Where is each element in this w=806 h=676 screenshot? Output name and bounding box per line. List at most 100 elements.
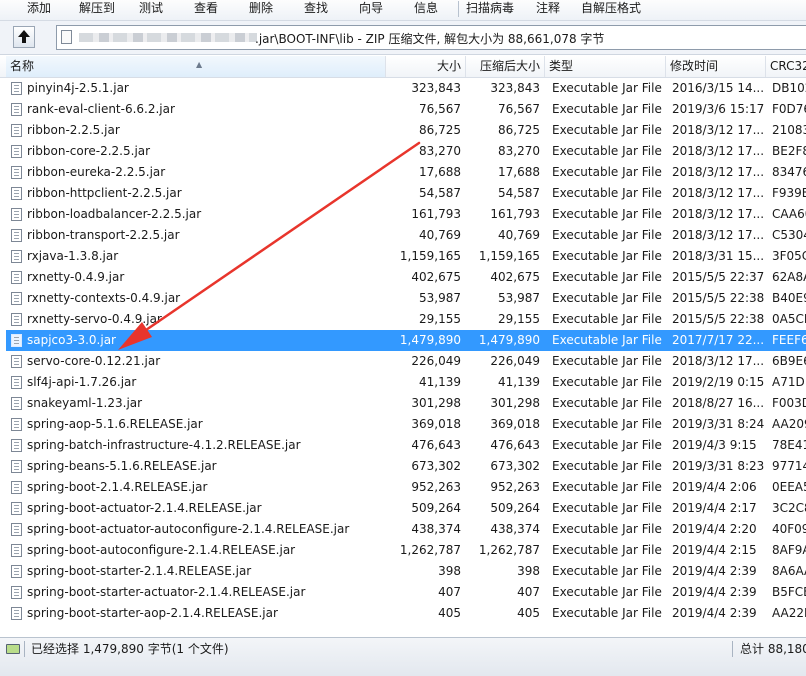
toolbar-extract-to-button[interactable]: 解压到: [79, 0, 115, 18]
file-row[interactable]: snakeyaml-1.23.jar 301,298 301,298 Executab…: [0, 393, 806, 414]
file-packed-size-cell: 1,479,890: [478, 333, 540, 347]
up-folder-button[interactable]: [13, 26, 35, 48]
file-crc-cell: 83476: [772, 165, 806, 179]
file-packed-size-cell: 1,159,165: [478, 249, 540, 263]
jar-file-icon: [11, 502, 22, 515]
column-header-packed[interactable]: 压缩后大小: [466, 56, 545, 77]
file-modified-cell: 2019/2/19 0:15: [672, 375, 764, 389]
file-packed-size-cell: 53,987: [498, 291, 540, 305]
file-packed-size-cell: 476,643: [490, 438, 540, 452]
jar-file-icon: [11, 250, 22, 263]
file-row[interactable]: ribbon-eureka-2.2.5.jar 17,688 17,688 Execu…: [0, 162, 806, 183]
file-row[interactable]: ribbon-httpclient-2.2.5.jar 54,587 54,587 E…: [0, 183, 806, 204]
file-row[interactable]: spring-boot-autoconfigure-2.1.4.RELEASE.…: [0, 540, 806, 561]
file-modified-cell: 2018/3/12 17...: [672, 144, 764, 158]
toolbar: 添加 解压到 测试 查看 删除 查找 向导 信息 扫描病毒 注释 自解压格式: [0, 0, 806, 21]
file-row[interactable]: ribbon-transport-2.2.5.jar 40,769 40,769 Ex…: [0, 225, 806, 246]
file-type-cell: Executable Jar File: [552, 606, 662, 620]
file-row[interactable]: pinyin4j-2.5.1.jar 323,843 323,843 Executab…: [0, 78, 806, 99]
file-row[interactable]: rxnetty-contexts-0.4.9.jar 53,987 53,987 Ex…: [0, 288, 806, 309]
toolbar-add-button[interactable]: 添加: [27, 0, 51, 18]
redacted-path: [79, 33, 257, 42]
column-header-crc[interactable]: CRC32: [766, 56, 806, 77]
toolbar-comment-button[interactable]: 注释: [536, 0, 560, 18]
file-type-cell: Executable Jar File: [552, 333, 662, 347]
toolbar-sfx-button[interactable]: 自解压格式: [581, 0, 641, 18]
file-modified-cell: 2019/3/6 15:17: [672, 102, 764, 116]
file-modified-cell: 2018/3/12 17...: [672, 207, 764, 221]
file-row[interactable]: spring-boot-actuator-autoconfigure-2.1.4…: [0, 519, 806, 540]
file-row-selected[interactable]: sapjco3-3.0.jar 1,479,890 1,479,890 Executa…: [0, 330, 806, 351]
jar-file-icon: [11, 565, 22, 578]
file-name-cell: spring-boot-starter-actuator-2.1.4.RELEA…: [27, 585, 306, 599]
file-row[interactable]: spring-boot-starter-2.1.4.RELEASE.jar 398…: [0, 561, 806, 582]
file-row[interactable]: ribbon-core-2.2.5.jar 83,270 83,270 Executa…: [0, 141, 806, 162]
toolbar-test-button[interactable]: 测试: [139, 0, 163, 18]
file-row[interactable]: rank-eval-client-6.6.2.jar 76,567 76,567 Ex…: [0, 99, 806, 120]
column-header-type[interactable]: 类型: [545, 56, 666, 77]
file-row[interactable]: servo-core-0.12.21.jar 226,049 226,049 Exec…: [0, 351, 806, 372]
file-row[interactable]: rxjava-1.3.8.jar 1,159,165 1,159,165 Execut…: [0, 246, 806, 267]
toolbar-info-button[interactable]: 信息: [414, 0, 438, 18]
file-crc-cell: B5FCE: [772, 585, 806, 599]
file-crc-cell: C5304: [772, 228, 806, 242]
file-row[interactable]: spring-boot-actuator-2.1.4.RELEASE.jar 50…: [0, 498, 806, 519]
file-row[interactable]: spring-beans-5.1.6.RELEASE.jar 673,302 673…: [0, 456, 806, 477]
toolbar-scan-virus-button[interactable]: 扫描病毒: [466, 0, 514, 18]
file-row[interactable]: spring-aop-5.1.6.RELEASE.jar 369,018 369,0…: [0, 414, 806, 435]
file-crc-cell: DB102: [772, 81, 806, 95]
file-name-cell: servo-core-0.12.21.jar: [27, 354, 161, 368]
file-row[interactable]: spring-boot-starter-actuator-2.1.4.RELEA…: [0, 582, 806, 603]
file-row[interactable]: spring-boot-2.1.4.RELEASE.jar 952,263 952,…: [0, 477, 806, 498]
column-header-name[interactable]: 名称 ▲: [6, 56, 386, 77]
column-header: 名称 ▲ 大小 压缩后大小 类型 修改时间 CRC32: [0, 56, 806, 78]
file-row[interactable]: spring-boot-starter-aop-2.1.4.RELEASE.ja…: [0, 603, 806, 624]
file-type-cell: Executable Jar File: [552, 270, 662, 284]
file-modified-cell: 2018/3/12 17...: [672, 354, 764, 368]
column-header-modified-label: 修改时间: [670, 59, 719, 73]
jar-file-icon: [11, 82, 22, 95]
file-type-cell: Executable Jar File: [552, 522, 662, 536]
sort-ascending-icon: ▲: [196, 60, 203, 69]
jar-file-icon: [11, 544, 22, 557]
jar-file-icon: [11, 355, 22, 368]
file-name-cell: spring-boot-starter-2.1.4.RELEASE.jar: [27, 564, 252, 578]
file-modified-cell: 2019/4/4 2:06: [672, 480, 757, 494]
column-header-modified[interactable]: 修改时间: [666, 56, 766, 77]
file-type-cell: Executable Jar File: [552, 228, 662, 242]
file-list: pinyin4j-2.5.1.jar 323,843 323,843 Executab…: [0, 78, 806, 635]
file-row[interactable]: ribbon-2.2.5.jar 86,725 86,725 Executable J…: [0, 120, 806, 141]
file-row[interactable]: rxnetty-0.4.9.jar 402,675 402,675 Executabl…: [0, 267, 806, 288]
file-name-cell: sapjco3-3.0.jar: [27, 333, 116, 347]
file-size-cell: 323,843: [411, 81, 461, 95]
file-modified-cell: 2019/3/31 8:23: [672, 459, 764, 473]
jar-file-icon: [11, 523, 22, 536]
file-name-cell: spring-boot-actuator-2.1.4.RELEASE.jar: [27, 501, 262, 515]
toolbar-view-button[interactable]: 查看: [194, 0, 218, 18]
file-row[interactable]: slf4j-api-1.7.26.jar 41,139 41,139 Executab…: [0, 372, 806, 393]
file-size-cell: 29,155: [419, 312, 461, 326]
file-crc-cell: AA209: [772, 417, 806, 431]
file-type-cell: Executable Jar File: [552, 438, 662, 452]
toolbar-find-button[interactable]: 查找: [304, 0, 328, 18]
file-row[interactable]: ribbon-loadbalancer-2.2.5.jar 161,793 161,…: [0, 204, 806, 225]
file-crc-cell: 62A8A: [772, 270, 806, 284]
file-crc-cell: 8A6AA: [772, 564, 806, 578]
file-type-cell: Executable Jar File: [552, 354, 662, 368]
file-size-cell: 407: [438, 585, 461, 599]
file-crc-cell: 78E41: [772, 438, 806, 452]
jar-file-icon: [11, 208, 22, 221]
file-modified-cell: 2019/3/31 8:24: [672, 417, 764, 431]
file-row[interactable]: rxnetty-servo-0.4.9.jar 29,155 29,155 Execu…: [0, 309, 806, 330]
toolbar-wizard-button[interactable]: 向导: [359, 0, 383, 18]
jar-file-icon: [11, 481, 22, 494]
toolbar-delete-button[interactable]: 删除: [249, 0, 273, 18]
file-row[interactable]: spring-batch-infrastructure-4.1.2.RELEAS…: [0, 435, 806, 456]
jar-file-icon: [11, 439, 22, 452]
column-header-size[interactable]: 大小: [386, 56, 466, 77]
file-name-cell: spring-aop-5.1.6.RELEASE.jar: [27, 417, 203, 431]
file-packed-size-cell: 161,793: [490, 207, 540, 221]
file-crc-cell: AA22E: [772, 606, 806, 620]
address-field[interactable]: .jar\BOOT-INF\lib - ZIP 压缩文件, 解包大小为 88,6…: [56, 25, 806, 50]
file-crc-cell: F939B: [772, 186, 806, 200]
